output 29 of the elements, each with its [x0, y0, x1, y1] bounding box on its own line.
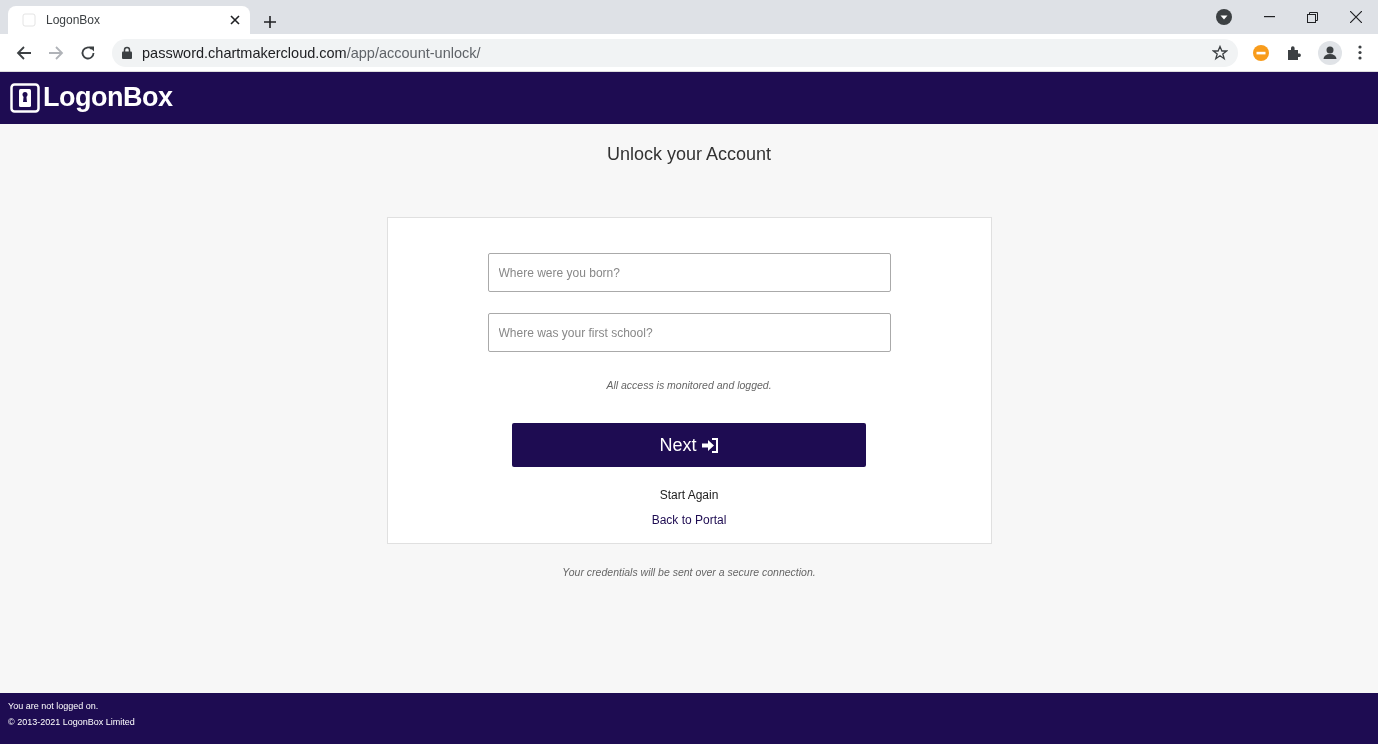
new-tab-icon[interactable]: [264, 16, 276, 28]
logo[interactable]: LogonBox: [10, 82, 173, 113]
menu-icon[interactable]: [1358, 45, 1362, 60]
close-icon[interactable]: [1350, 11, 1362, 23]
input-field[interactable]: Where were you born?: [487, 253, 891, 292]
minimize-icon[interactable]: [1264, 16, 1275, 18]
secure-connection-note: Your credentials will be sent over a secure connection.: [562, 566, 816, 578]
text-link[interactable]: Back to Portal: [651, 513, 727, 527]
close-icon[interactable]: [230, 15, 240, 25]
copyright: © 2013-2021 LogonBox Limited: [8, 717, 136, 727]
text-link[interactable]: Start Again: [659, 488, 719, 502]
login-status: You are not logged on.: [8, 701, 100, 711]
reload-icon[interactable]: [80, 44, 96, 61]
back-arrow-icon[interactable]: [16, 44, 32, 61]
tab-title: LogonBox: [46, 13, 102, 27]
profile-icon[interactable]: [1318, 40, 1342, 65]
url-text: password.chartmakercloud.com/app/account-unlock/: [142, 44, 481, 61]
star-icon[interactable]: [1212, 44, 1228, 61]
puzzle-icon[interactable]: [1286, 44, 1302, 61]
tab-search-icon[interactable]: [1216, 9, 1232, 25]
page-title: Unlock your Account: [606, 144, 772, 165]
address-bar[interactable]: password.chartmakercloud.com/app/account-unlock/: [112, 38, 1238, 67]
next-button[interactable]: Next: [512, 423, 866, 467]
monitoring-notice: All access is monitored and logged.: [606, 379, 772, 391]
input-field[interactable]: Where was your first school?: [487, 313, 891, 352]
browser-tab[interactable]: LogonBox: [8, 6, 250, 34]
restore-icon[interactable]: [1307, 11, 1318, 23]
lock-icon: [122, 46, 132, 59]
sign-in-icon: [701, 437, 719, 453]
